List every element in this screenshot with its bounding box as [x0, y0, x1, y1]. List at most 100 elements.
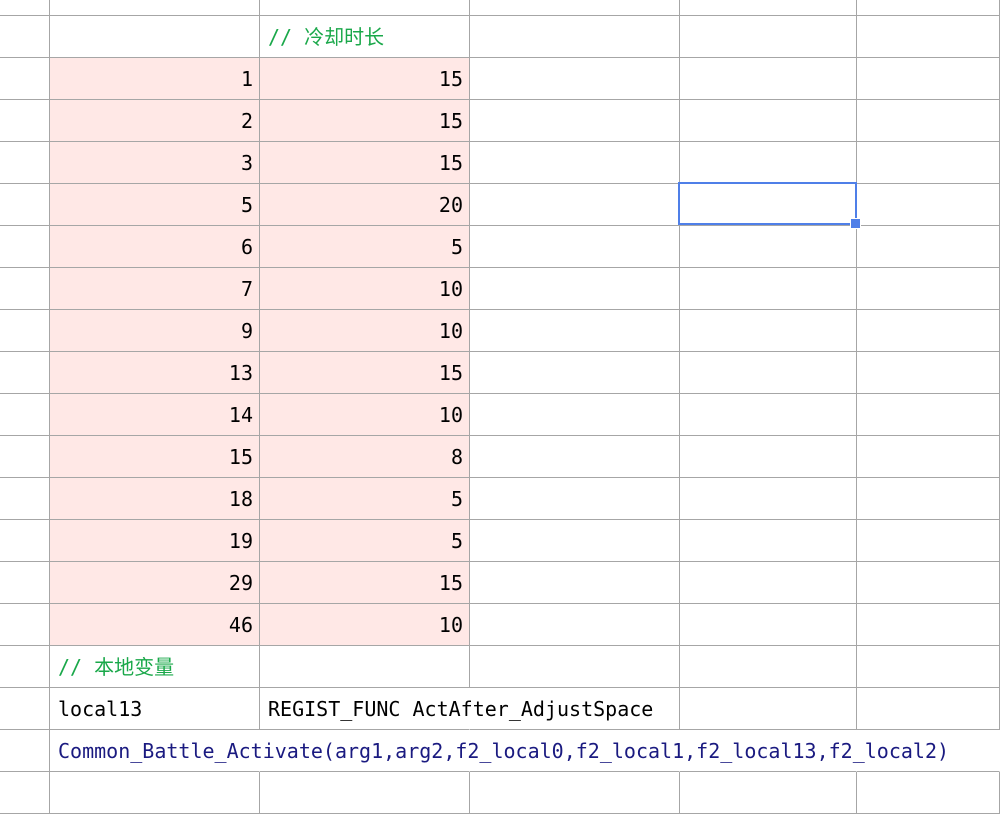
cell-r17-c4[interactable] [680, 688, 857, 730]
cell-r7-c0[interactable] [0, 268, 50, 310]
cell-r19-c5[interactable] [857, 772, 1000, 814]
cell-r19-c1[interactable] [50, 772, 260, 814]
cell-r13-c5[interactable] [857, 520, 1000, 562]
cell-r10-c0[interactable] [0, 394, 50, 436]
cell-r10-c4[interactable] [680, 394, 857, 436]
cooldown-cell[interactable]: 8 [260, 436, 470, 478]
cooldown-cell[interactable]: 15 [260, 352, 470, 394]
cell-r10-c5[interactable] [857, 394, 1000, 436]
cell-r9-c3[interactable] [470, 352, 680, 394]
cooldown-cell[interactable]: 10 [260, 310, 470, 352]
cell-r17-c0[interactable] [0, 688, 50, 730]
cell-r11-c4[interactable] [680, 436, 857, 478]
cooldown-cell[interactable]: 15 [260, 100, 470, 142]
cell-r6-c5[interactable] [857, 226, 1000, 268]
cell-r8-c0[interactable] [0, 310, 50, 352]
cell-r0-c1[interactable] [50, 0, 260, 16]
id-cell[interactable]: 3 [50, 142, 260, 184]
cell-r18-c0[interactable] [0, 730, 50, 772]
local-var-value-cell[interactable]: REGIST_FUNC ActAfter_AdjustSpace [260, 688, 653, 730]
cell-r0-c0[interactable] [0, 0, 50, 16]
cell-r6-c4[interactable] [680, 226, 857, 268]
id-cell[interactable]: 6 [50, 226, 260, 268]
cell-r12-c4[interactable] [680, 478, 857, 520]
id-cell[interactable]: 46 [50, 604, 260, 646]
cell-r3-c0[interactable] [0, 100, 50, 142]
id-cell[interactable]: 19 [50, 520, 260, 562]
cell-r15-c0[interactable] [0, 604, 50, 646]
cooldown-header-cell[interactable]: // 冷却时长 [260, 16, 470, 58]
cooldown-cell[interactable]: 15 [260, 142, 470, 184]
cell-r2-c3[interactable] [470, 58, 680, 100]
cell-r2-c0[interactable] [0, 58, 50, 100]
cell-r13-c4[interactable] [680, 520, 857, 562]
cell-r14-c4[interactable] [680, 562, 857, 604]
code-line-cell[interactable]: Common_Battle_Activate(arg1,arg2,f2_loca… [50, 730, 949, 772]
cell-r6-c0[interactable] [0, 226, 50, 268]
cell-selection[interactable] [678, 182, 861, 229]
cooldown-cell[interactable]: 5 [260, 520, 470, 562]
cell-r7-c4[interactable] [680, 268, 857, 310]
local-var-comment-cell[interactable]: // 本地变量 [50, 646, 260, 688]
cooldown-cell[interactable]: 5 [260, 478, 470, 520]
cell-r14-c3[interactable] [470, 562, 680, 604]
cooldown-cell[interactable]: 15 [260, 562, 470, 604]
cell-r9-c0[interactable] [0, 352, 50, 394]
id-cell[interactable]: 29 [50, 562, 260, 604]
cell-r8-c3[interactable] [470, 310, 680, 352]
cell-r1-c4[interactable] [680, 16, 857, 58]
cell-r19-c0[interactable] [0, 772, 50, 814]
cell-r7-c3[interactable] [470, 268, 680, 310]
cell-r5-c5[interactable] [857, 184, 1000, 226]
cell-r4-c5[interactable] [857, 142, 1000, 184]
cooldown-cell[interactable]: 10 [260, 394, 470, 436]
id-cell[interactable]: 7 [50, 268, 260, 310]
cell-r13-c3[interactable] [470, 520, 680, 562]
fill-handle[interactable] [850, 218, 861, 229]
cell-r16-c5[interactable] [857, 646, 1000, 688]
cell-r11-c0[interactable] [0, 436, 50, 478]
cell-r0-c3[interactable] [470, 0, 680, 16]
cell-r19-c4[interactable] [680, 772, 857, 814]
cell-r17-c5[interactable] [857, 688, 1000, 730]
cell-r3-c4[interactable] [680, 100, 857, 142]
cell-r12-c3[interactable] [470, 478, 680, 520]
cell-r0-c2[interactable] [260, 0, 470, 16]
id-cell[interactable]: 18 [50, 478, 260, 520]
cell-r15-c4[interactable] [680, 604, 857, 646]
cell-r14-c0[interactable] [0, 562, 50, 604]
cooldown-cell[interactable]: 20 [260, 184, 470, 226]
cell-r1-c0[interactable] [0, 16, 50, 58]
cell-r9-c4[interactable] [680, 352, 857, 394]
cell-r5-c3[interactable] [470, 184, 680, 226]
cell-r0-c4[interactable] [680, 0, 857, 16]
cooldown-cell[interactable]: 15 [260, 58, 470, 100]
cell-r4-c4[interactable] [680, 142, 857, 184]
cell-r4-c0[interactable] [0, 142, 50, 184]
id-cell[interactable]: 2 [50, 100, 260, 142]
cooldown-cell[interactable]: 10 [260, 268, 470, 310]
cell-r3-c3[interactable] [470, 100, 680, 142]
cell-r9-c5[interactable] [857, 352, 1000, 394]
cell-r16-c4[interactable] [680, 646, 857, 688]
id-cell[interactable]: 9 [50, 310, 260, 352]
cell-r12-c5[interactable] [857, 478, 1000, 520]
cell-r11-c5[interactable] [857, 436, 1000, 478]
cell-r7-c5[interactable] [857, 268, 1000, 310]
cell-r16-c3[interactable] [470, 646, 680, 688]
cell-r13-c0[interactable] [0, 520, 50, 562]
cell-r15-c5[interactable] [857, 604, 1000, 646]
cell-r16-c2[interactable] [260, 646, 470, 688]
cell-r11-c3[interactable] [470, 436, 680, 478]
cell-r8-c5[interactable] [857, 310, 1000, 352]
cell-r3-c5[interactable] [857, 100, 1000, 142]
cell-r2-c5[interactable] [857, 58, 1000, 100]
cell-r12-c0[interactable] [0, 478, 50, 520]
cell-r19-c3[interactable] [470, 772, 680, 814]
cell-r19-c2[interactable] [260, 772, 470, 814]
cell-r16-c0[interactable] [0, 646, 50, 688]
cell-r10-c3[interactable] [470, 394, 680, 436]
cell-r2-c4[interactable] [680, 58, 857, 100]
cell-r4-c3[interactable] [470, 142, 680, 184]
id-cell[interactable]: 13 [50, 352, 260, 394]
